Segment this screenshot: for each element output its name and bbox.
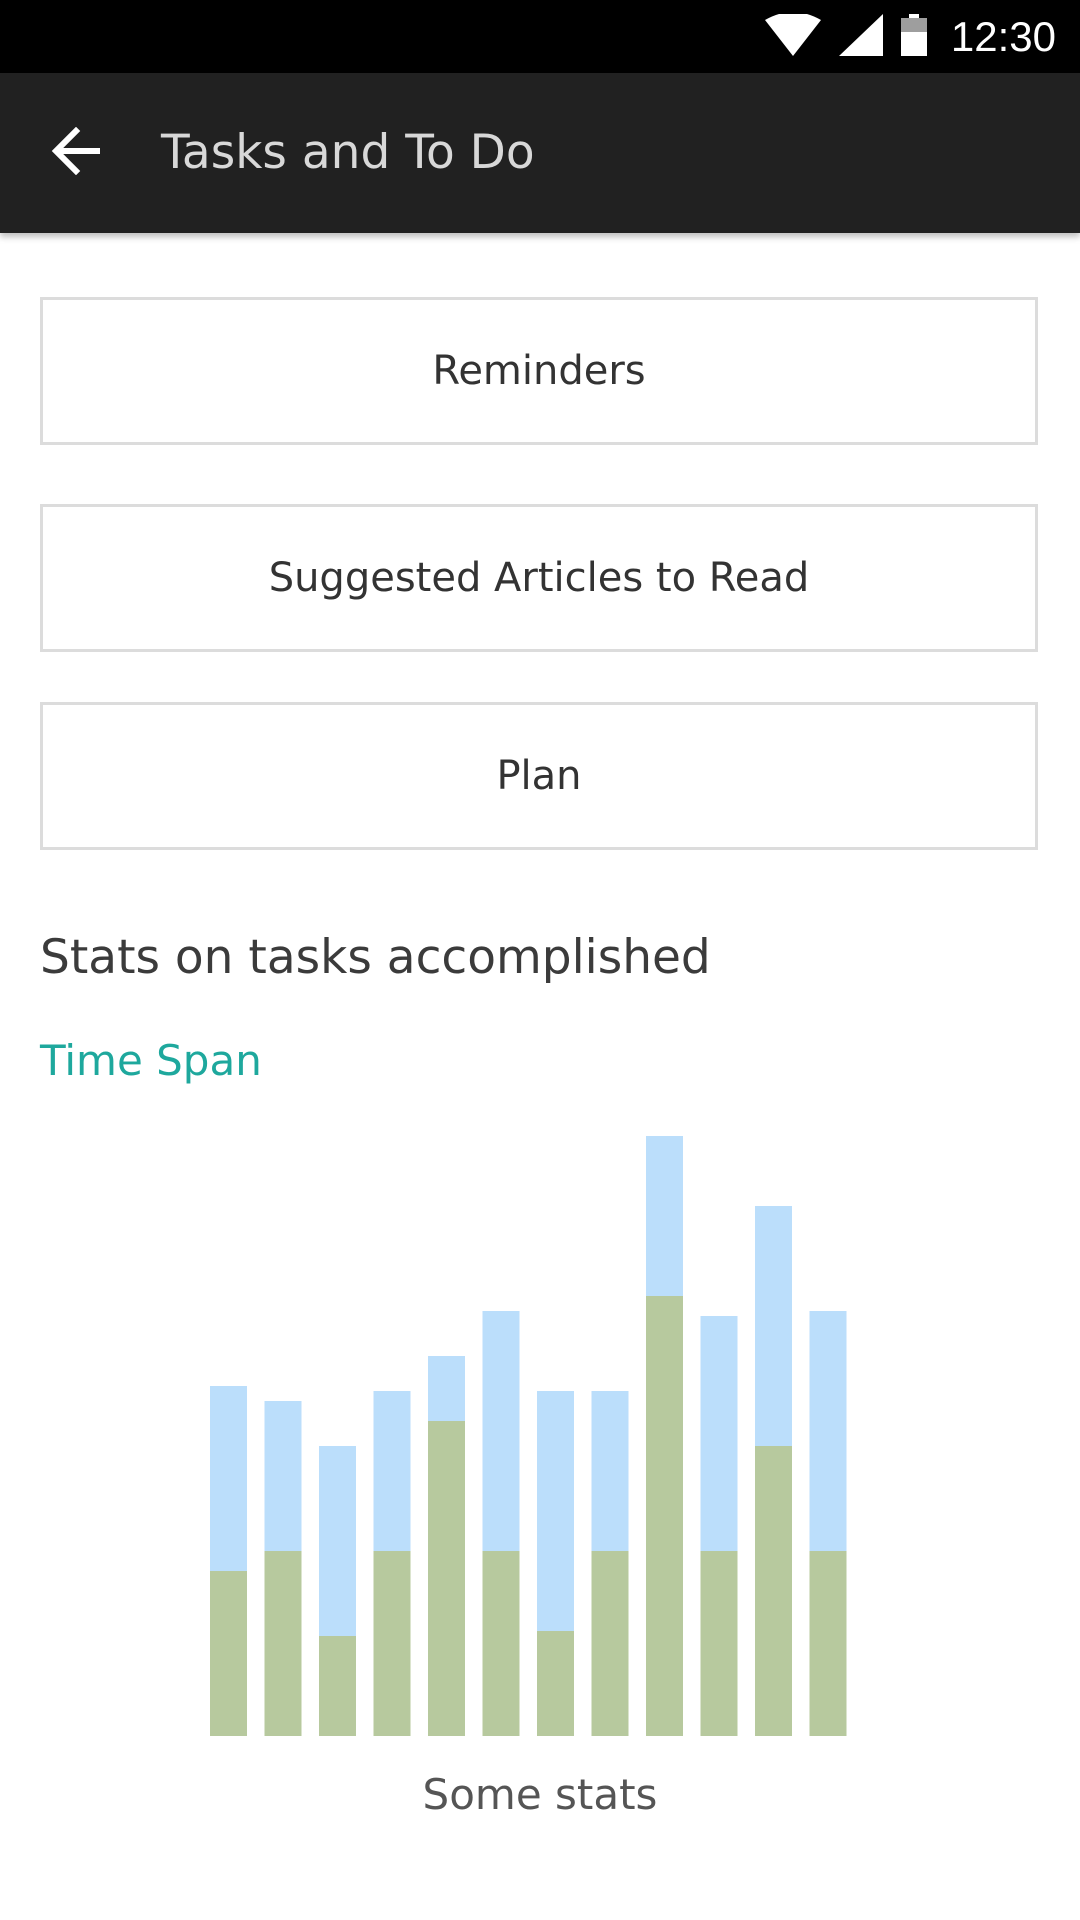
wifi-icon — [764, 11, 821, 60]
bar-segment-top-3 — [319, 1446, 356, 1636]
arrow-left-icon — [50, 126, 102, 179]
bar-segment-bottom-4 — [373, 1551, 411, 1736]
reminders-button[interactable]: Reminders — [40, 297, 1038, 445]
app-bar: Tasks and To Do — [0, 73, 1080, 233]
bar-segment-top-11 — [755, 1206, 792, 1446]
time-span-link[interactable]: Time Span — [40, 1036, 262, 1085]
stats-heading: Stats on tasks accomplished — [40, 930, 711, 985]
bar-segment-bottom-6 — [482, 1551, 520, 1736]
screen: 12:30 Tasks and To Do Reminders Suggeste… — [0, 0, 1080, 1920]
status-bar: 12:30 — [0, 0, 1080, 73]
bar-segment-top-9 — [646, 1136, 683, 1296]
bar-segment-bottom-8 — [591, 1551, 629, 1736]
bar-segment-bottom-11 — [755, 1446, 792, 1736]
bar-segment-bottom-3 — [319, 1636, 356, 1736]
battery-icon — [900, 13, 927, 60]
bar-segment-top-10 — [700, 1316, 738, 1551]
status-icons: 12:30 — [764, 0, 1056, 73]
chart-caption: Some stats — [422, 1770, 658, 1819]
back-button[interactable] — [36, 117, 116, 189]
bar-segment-top-4 — [373, 1391, 411, 1551]
stacked-bar-chart — [210, 1136, 847, 1736]
bar-segment-bottom-7 — [537, 1631, 574, 1736]
bar-segment-bottom-5 — [428, 1421, 465, 1736]
bar-segment-top-1 — [210, 1386, 247, 1571]
bar-segment-bottom-10 — [700, 1551, 738, 1736]
bar-segment-bottom-2 — [264, 1551, 302, 1736]
suggested-articles-button[interactable]: Suggested Articles to Read — [40, 504, 1038, 652]
bar-segment-top-12 — [809, 1311, 847, 1551]
status-time: 12:30 — [950, 12, 1056, 60]
bar-segment-top-6 — [482, 1311, 520, 1551]
bar-segment-top-2 — [264, 1401, 302, 1551]
cell-signal-icon — [838, 13, 883, 60]
bar-segment-top-8 — [591, 1391, 629, 1551]
bar-segment-top-7 — [537, 1391, 574, 1631]
page-title: Tasks and To Do — [161, 125, 535, 180]
bar-segment-bottom-9 — [646, 1296, 683, 1736]
bar-segment-bottom-12 — [809, 1551, 847, 1736]
bar-segment-top-5 — [428, 1356, 465, 1421]
bar-segment-bottom-1 — [210, 1571, 247, 1736]
plan-button[interactable]: Plan — [40, 702, 1038, 850]
